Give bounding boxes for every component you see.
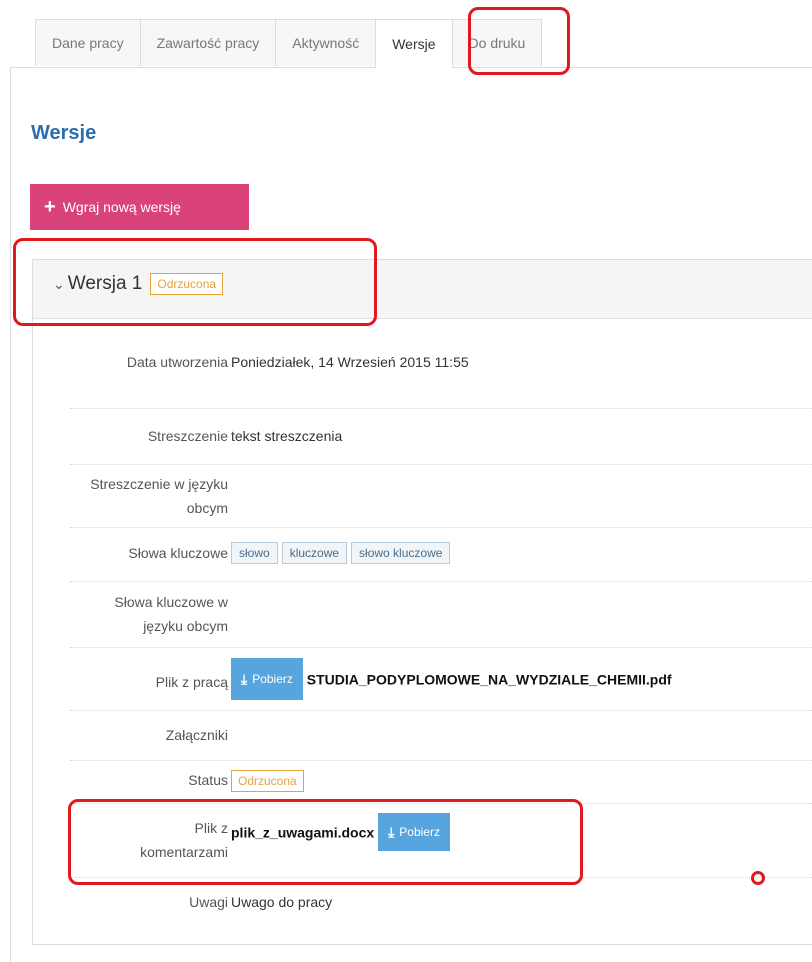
row-file: Plik z pracą ⤓ Pobierz STUDIA_PODYPLOMOWE… xyxy=(70,648,812,711)
attachments-label: Załączniki xyxy=(165,727,228,743)
tab-bar: Dane pracy Zawartość pracy Aktywność Wer… xyxy=(35,19,543,68)
status-label: Status xyxy=(188,772,228,788)
file-value: ⤓ Pobierz STUDIA_PODYPLOMOWE_NA_WYDZIALE_… xyxy=(231,657,672,701)
download-button-label: Pobierz xyxy=(252,672,293,687)
annotation-comments-highlight xyxy=(68,799,583,885)
keywords-list: słowo kluczowe słowo kluczowe xyxy=(231,540,454,564)
annotation-version-highlight xyxy=(13,238,377,326)
plus-icon: + xyxy=(44,196,56,218)
row-abstract-foreign: Streszczenie w języku obcym xyxy=(70,465,812,528)
notes-value: Uwago do pracy xyxy=(231,894,333,910)
created-value: Poniedziałek, 14 Wrzesień 2015 11:55 xyxy=(231,354,469,370)
row-created: Data utworzenia Poniedziałek, 14 Wrzesie… xyxy=(70,340,812,409)
tab-zawartosc-pracy[interactable]: Zawartość pracy xyxy=(139,19,277,66)
row-status: Status Odrzucona xyxy=(70,761,812,804)
notes-label: Uwagi xyxy=(189,894,228,910)
keyword-tag: kluczowe xyxy=(281,542,348,564)
status-badge: Odrzucona xyxy=(231,770,304,792)
section-title: Wersje xyxy=(31,122,97,144)
file-label: Plik z pracą xyxy=(155,674,228,690)
row-notes: Uwagi Uwago do pracy xyxy=(70,878,812,928)
file-name: STUDIA_PODYPLOMOWE_NA_WYDZIALE_CHEMII.pd… xyxy=(306,671,672,688)
download-file-button[interactable]: ⤓ Pobierz xyxy=(231,658,303,701)
row-keywords-foreign: Słowa kluczowe w języku obcym xyxy=(70,582,812,648)
annotation-tab-highlight xyxy=(468,7,570,75)
status-value: Odrzucona xyxy=(231,768,304,792)
upload-button-label: Wgraj nową wersję xyxy=(62,199,181,215)
keywords-label: Słowa kluczowe xyxy=(128,545,228,561)
abstract-value: tekst streszczenia xyxy=(231,428,343,444)
upload-new-version-button[interactable]: + Wgraj nową wersję xyxy=(30,184,249,230)
abstract-label: Streszczenie xyxy=(147,428,228,444)
row-attachments: Załączniki xyxy=(70,711,812,761)
created-label: Data utworzenia xyxy=(126,354,228,370)
download-icon: ⤓ xyxy=(241,671,248,688)
abstract-foreign-label: Streszczenie w języku obcym xyxy=(90,476,228,516)
annotation-dot xyxy=(751,871,765,885)
keyword-tag: słowo xyxy=(231,542,278,564)
tab-aktywnosc[interactable]: Aktywność xyxy=(275,19,377,66)
tab-dane-pracy[interactable]: Dane pracy xyxy=(35,19,141,66)
row-keywords: Słowa kluczowe słowo kluczowe słowo kluczo… xyxy=(70,528,812,582)
keyword-tag: słowo kluczowe xyxy=(351,542,451,564)
keywords-foreign-label: Słowa kluczowe w języku obcym xyxy=(114,594,228,634)
tab-wersje[interactable]: Wersje xyxy=(375,19,453,68)
row-abstract: Streszczenie tekst streszczenia xyxy=(70,409,812,465)
